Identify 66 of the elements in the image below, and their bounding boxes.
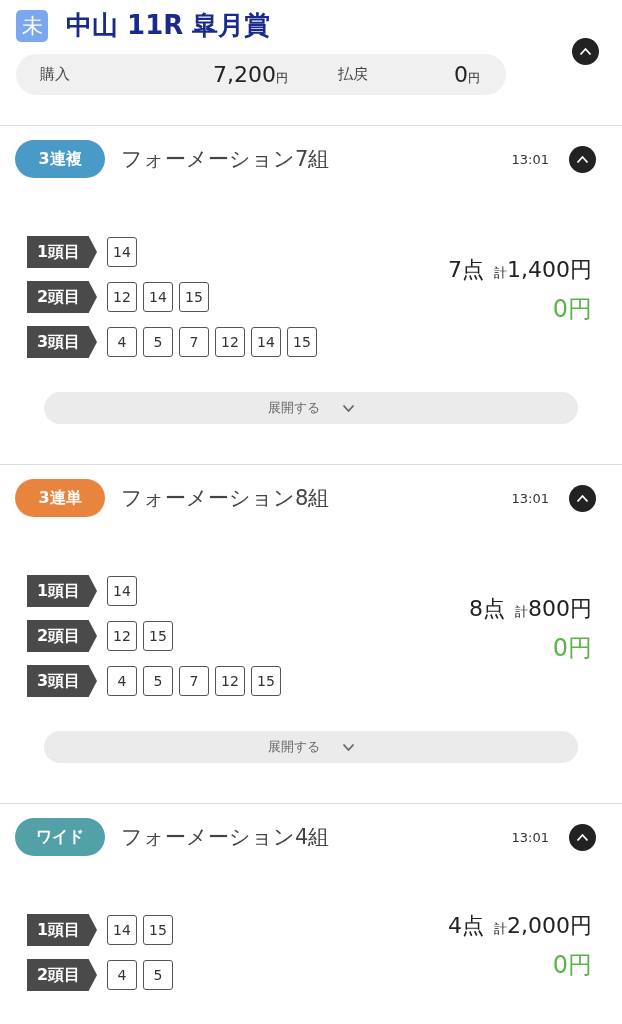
horse-number: 12 [215,666,245,696]
position-label: 2頭目 [27,281,97,313]
chevron-up-icon [576,154,589,164]
horse-number: 12 [107,282,137,312]
position-label: 1頭目 [27,914,97,946]
horse-number: 14 [143,282,173,312]
bet-title: フォーメーション7組 [121,146,331,173]
horse-number: 15 [143,621,173,651]
collapse-button[interactable] [571,38,599,65]
bet-title: フォーメーション4組 [121,824,331,851]
payout-amount: 0円 [552,633,592,664]
bet-time: 13:01 [511,151,549,167]
chevron-down-icon [341,403,355,413]
points-count: 7点 [448,256,484,284]
horse-number: 14 [107,915,137,945]
payout-label: 払戻 [337,65,369,84]
horse-number: 14 [107,576,137,606]
chevron-down-icon [341,742,355,752]
horse-number: 4 [107,666,137,696]
position-label: 1頭目 [27,236,97,268]
status-badge: 未 [16,9,48,42]
purchase-label: 購入 [40,65,71,84]
horse-number: 12 [107,621,137,651]
collapse-button[interactable] [569,823,596,851]
points-count: 8点 [469,595,505,623]
horse-number: 14 [251,327,281,357]
payout-amount: 0円 [552,294,592,325]
bet-type-tag: 3連複 [15,140,105,178]
total-amount: 計2,000円 [494,911,592,940]
total-amount: 計1,400円 [494,256,592,284]
points-count: 4点 [448,911,484,940]
expand-button[interactable]: 展開する [44,392,578,424]
position-label: 3頭目 [27,326,97,358]
bet-type-tag: ワイド [15,818,105,856]
horse-number: 7 [179,327,209,357]
horse-number: 5 [143,960,173,990]
horse-number: 4 [107,960,137,990]
position-label: 3頭目 [27,665,97,697]
horse-number: 15 [179,282,209,312]
position-label: 2頭目 [27,620,97,652]
chevron-up-icon [576,493,589,503]
total-amount: 計800円 [515,595,592,623]
horse-number: 15 [143,915,173,945]
position-label: 2頭目 [27,959,97,991]
horse-number: 7 [179,666,209,696]
purchase-amount: 7,200円 [212,62,288,87]
position-label: 1頭目 [27,575,97,607]
horse-number: 14 [107,237,137,267]
bet-title: フォーメーション8組 [121,485,331,512]
horse-number: 15 [251,666,281,696]
collapse-button[interactable] [569,145,596,173]
bet-time: 13:01 [511,829,549,845]
bet-time: 13:01 [511,490,549,506]
payout-amount: 0円 [552,949,592,981]
horse-number: 5 [143,327,173,357]
chevron-up-icon [578,47,592,56]
bet-type-tag: 3連単 [15,479,105,517]
horse-number: 12 [215,327,245,357]
race-title: 中山 11R 皐月賞 [66,9,271,42]
horse-number: 15 [287,327,317,357]
horse-number: 4 [107,327,137,357]
horse-number: 5 [143,666,173,696]
expand-button[interactable]: 展開する [44,731,578,763]
payout-amount: 0円 [453,62,480,87]
collapse-button[interactable] [569,484,596,512]
chevron-up-icon [576,832,589,842]
